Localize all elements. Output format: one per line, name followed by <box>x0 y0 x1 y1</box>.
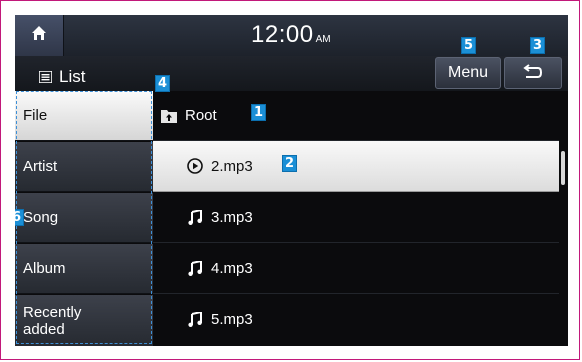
manual-frame: 12:00 AM List Menu File Artist Song Albu… <box>0 0 580 360</box>
file-name: 4.mp3 <box>211 259 253 277</box>
category-label: File <box>23 107 48 124</box>
file-list: Root 2.mp3 3.mp3 4.mp3 5.mp3 <box>153 91 559 346</box>
folder-up-icon <box>160 107 178 125</box>
callout-badge: 6 <box>15 209 24 226</box>
status-bar: 12:00 AM <box>15 15 568 56</box>
callout-badge: 5 <box>461 37 476 54</box>
file-name: 5.mp3 <box>211 311 253 328</box>
header-bar: List Menu <box>15 56 568 91</box>
play-circle-icon <box>186 157 204 175</box>
category-artist[interactable]: Artist <box>15 142 153 192</box>
category-album[interactable]: Album <box>15 244 153 294</box>
home-button[interactable] <box>15 15 64 56</box>
category-label: Artist <box>23 158 58 175</box>
category-label: Song <box>23 209 59 226</box>
clock-ampm: AM <box>315 34 331 45</box>
file-name: 2.mp3 <box>211 157 253 175</box>
back-arrow-icon <box>523 63 543 84</box>
scrollbar[interactable] <box>559 143 568 346</box>
clock-time: 12:00 <box>251 21 314 48</box>
callout-badge: 3 <box>530 37 545 54</box>
music-note-icon <box>186 259 204 277</box>
menu-button[interactable]: Menu <box>435 57 501 89</box>
clock: 12:00 AM <box>251 21 331 49</box>
callout-badge: 2 <box>282 155 297 172</box>
list-icon <box>39 71 52 83</box>
category-list: File Artist Song Album Recently added <box>15 91 153 346</box>
file-name: 3.mp3 <box>211 208 253 226</box>
music-note-icon <box>186 311 204 329</box>
category-label: Recently added <box>23 303 82 338</box>
music-note-icon <box>186 208 204 226</box>
list-title: List <box>39 67 85 87</box>
callout-badge: 1 <box>251 104 266 121</box>
category-file[interactable]: File <box>15 91 153 141</box>
head-unit-screen: 12:00 AM List Menu File Artist Song Albu… <box>15 15 568 346</box>
list-label: List <box>59 67 86 86</box>
file-row[interactable]: 4.mp3 <box>153 243 559 294</box>
category-song[interactable]: Song <box>15 193 153 243</box>
root-label: Root <box>185 107 217 124</box>
category-recently-added[interactable]: Recently added <box>15 295 153 346</box>
home-icon <box>31 25 47 46</box>
root-folder-row[interactable]: Root <box>153 91 559 141</box>
menu-label: Menu <box>447 64 489 81</box>
category-label: Album <box>23 260 66 277</box>
scrollbar-thumb[interactable] <box>561 151 565 185</box>
callout-badge: 4 <box>155 75 170 92</box>
back-button[interactable] <box>504 57 562 89</box>
file-row[interactable]: 3.mp3 <box>153 192 559 243</box>
file-row[interactable]: 2.mp3 <box>153 141 559 192</box>
file-row[interactable]: 5.mp3 <box>153 294 559 345</box>
